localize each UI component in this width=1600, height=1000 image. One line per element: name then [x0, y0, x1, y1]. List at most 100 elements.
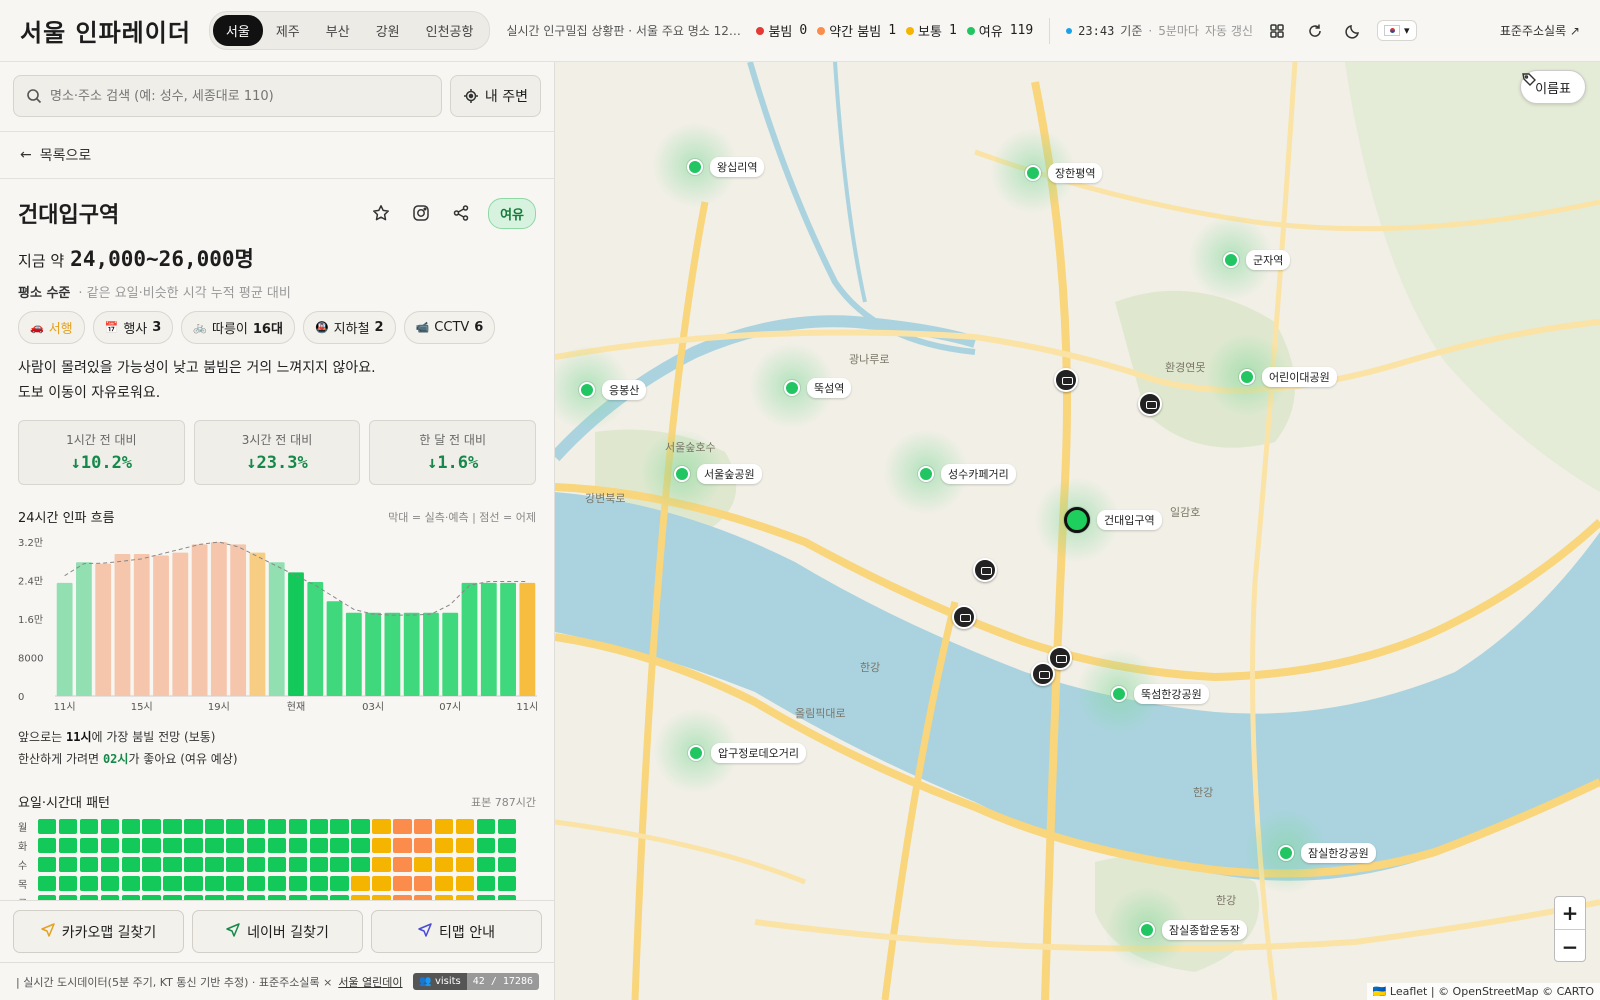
poi-marker[interactable]: 장한평역	[1025, 163, 1103, 183]
heatmap-cell[interactable]	[393, 876, 412, 891]
heatmap-cell[interactable]	[184, 819, 203, 834]
back-to-list-button[interactable]: ← 목록으로	[0, 132, 554, 179]
naver-directions-button[interactable]: 네이버 길찾기	[192, 910, 363, 953]
heatmap-cell[interactable]	[184, 838, 203, 853]
cctv-camera-icon[interactable]	[1138, 392, 1162, 416]
poi-marker[interactable]: 잠실종합운동장	[1139, 920, 1247, 940]
heatmap-cell[interactable]	[38, 838, 57, 853]
heatmap-cell[interactable]	[414, 876, 433, 891]
selected-poi-marker[interactable]: 건대입구역	[1064, 507, 1162, 533]
heatmap-cell[interactable]	[79, 876, 99, 891]
city-tab-1[interactable]: 제주	[263, 15, 313, 46]
heatmap-cell[interactable]	[246, 857, 266, 872]
heatmap-cell[interactable]	[309, 876, 328, 891]
heatmap-cell[interactable]	[497, 857, 516, 872]
poi-marker[interactable]: 서울숲공원	[674, 464, 762, 484]
grid-view-icon[interactable]	[1263, 17, 1291, 45]
heatmap-cell[interactable]	[309, 838, 328, 853]
heatmap-cell[interactable]	[414, 857, 433, 872]
heatmap-cell[interactable]	[434, 857, 454, 872]
poi-marker[interactable]: 응봉산	[579, 380, 647, 400]
heatmap-cell[interactable]	[142, 876, 161, 891]
footer-link[interactable]: 서울 열린데이	[338, 974, 402, 990]
zoom-in-button[interactable]: +	[1555, 897, 1585, 930]
heatmap-cell[interactable]	[267, 876, 287, 891]
share-icon[interactable]	[448, 200, 474, 226]
heatmap-cell[interactable]	[414, 838, 433, 853]
heatmap-cell[interactable]	[163, 838, 182, 853]
chip-subway[interactable]: 🚇 지하철 2	[302, 311, 396, 344]
nametag-toggle-button[interactable]: 이름표	[1520, 70, 1586, 104]
heatmap-cell[interactable]	[497, 876, 516, 891]
cctv-camera-icon[interactable]	[973, 558, 997, 582]
heatmap-cell[interactable]	[226, 857, 245, 872]
refresh-icon[interactable]	[1301, 17, 1329, 45]
poi-marker[interactable]: 군자역	[1223, 250, 1291, 270]
heatmap-cell[interactable]	[163, 876, 182, 891]
heatmap-cell[interactable]	[372, 876, 391, 891]
heatmap-cell[interactable]	[121, 857, 140, 872]
heatmap-cell[interactable]	[38, 857, 57, 872]
city-tab-0[interactable]: 서울	[212, 15, 263, 46]
poi-marker[interactable]: 뚝섬역	[784, 378, 852, 398]
heatmap-cell[interactable]	[455, 876, 475, 891]
heatmap-cell[interactable]	[372, 857, 391, 872]
heatmap-cell[interactable]	[100, 838, 120, 853]
heatmap-cell[interactable]	[288, 838, 308, 853]
heatmap-cell[interactable]	[309, 857, 328, 872]
heatmap-cell[interactable]	[351, 838, 370, 853]
heatmap-cell[interactable]	[142, 819, 161, 834]
heatmap-cell[interactable]	[393, 857, 412, 872]
heatmap-cell[interactable]	[288, 876, 308, 891]
dark-mode-icon[interactable]	[1339, 17, 1367, 45]
city-tab-2[interactable]: 부산	[313, 15, 363, 46]
poi-marker[interactable]: 성수카페거리	[918, 464, 1016, 484]
instagram-icon[interactable]	[408, 200, 434, 226]
heatmap-cell[interactable]	[455, 838, 475, 853]
city-tab-4[interactable]: 인천공항	[413, 15, 487, 46]
heatmap-cell[interactable]	[58, 838, 78, 853]
heatmap-cell[interactable]	[205, 819, 224, 834]
heatmap-cell[interactable]	[142, 857, 161, 872]
heatmap-cell[interactable]	[58, 819, 78, 834]
chip-bicycle[interactable]: 🚲 따릉이 16대	[181, 311, 295, 344]
heatmap-cell[interactable]	[288, 857, 308, 872]
heatmap-cell[interactable]	[434, 876, 454, 891]
heatmap-cell[interactable]	[497, 819, 516, 834]
heatmap-cell[interactable]	[142, 838, 161, 853]
heatmap-cell[interactable]	[184, 857, 203, 872]
poi-marker[interactable]: 잠실한강공원	[1278, 843, 1376, 863]
chip-cctv[interactable]: 📹 CCTV 6	[403, 311, 496, 344]
poi-marker[interactable]: 압구정로데오거리	[688, 743, 806, 763]
heatmap-cell[interactable]	[79, 819, 99, 834]
nearby-button[interactable]: 내 주변	[449, 75, 541, 117]
heatmap-cell[interactable]	[58, 857, 78, 872]
heatmap-cell[interactable]	[476, 819, 496, 834]
heatmap-cell[interactable]	[330, 857, 349, 872]
heatmap-cell[interactable]	[414, 819, 433, 834]
heatmap-cell[interactable]	[330, 876, 349, 891]
external-link[interactable]: 표준주소실록 ↗	[1500, 22, 1580, 39]
chip-car[interactable]: 🚗 서행	[18, 311, 85, 344]
map-attribution[interactable]: 🇺🇦 Leaflet | © OpenStreetMap © CARTO	[1366, 983, 1600, 1000]
cctv-camera-icon[interactable]	[952, 605, 976, 629]
heatmap-cell[interactable]	[100, 819, 120, 834]
heatmap-cell[interactable]	[205, 857, 224, 872]
tmap-guide-button[interactable]: 티맵 안내	[371, 910, 542, 953]
heatmap-cell[interactable]	[434, 838, 454, 853]
city-tab-3[interactable]: 강원	[363, 15, 413, 46]
heatmap-cell[interactable]	[163, 857, 182, 872]
heatmap-cell[interactable]	[288, 819, 308, 834]
cctv-camera-icon[interactable]	[1054, 368, 1078, 392]
poi-marker[interactable]: 뚝섬한강공원	[1111, 684, 1209, 704]
heatmap-cell[interactable]	[267, 838, 287, 853]
app-title[interactable]: 서울 인파레이더	[20, 13, 191, 48]
heatmap-cell[interactable]	[246, 876, 266, 891]
poi-marker[interactable]: 왕십리역	[687, 157, 765, 177]
star-icon[interactable]	[368, 200, 394, 226]
heatmap-cell[interactable]	[330, 838, 349, 853]
heatmap-cell[interactable]	[393, 819, 412, 834]
heatmap-cell[interactable]	[226, 876, 245, 891]
heatmap-cell[interactable]	[497, 838, 516, 853]
heatmap-cell[interactable]	[372, 819, 391, 834]
